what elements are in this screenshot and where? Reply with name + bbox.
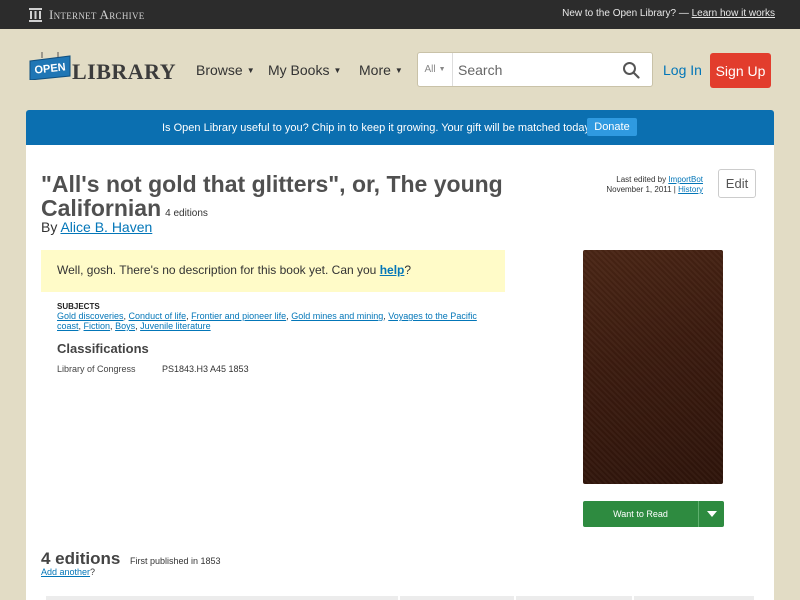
archive-building-icon (29, 8, 42, 22)
site-header: OPEN LIBRARY Browse ▼ My Books ▼ More ▼ … (0, 29, 800, 109)
donate-banner: Is Open Library useful to you? Chip in t… (26, 110, 774, 145)
nav-more-label: More (359, 62, 391, 78)
subject-link[interactable]: Conduct of life (129, 311, 187, 321)
book-title-text: "All's not gold that glitters", or, The … (41, 171, 503, 221)
title-editions-count: 4 editions (165, 208, 208, 219)
nav-my-books-label: My Books (268, 62, 330, 78)
subject-link[interactable]: Frontier and pioneer life (191, 311, 286, 321)
by-label: By (41, 219, 58, 235)
nav-browse-label: Browse (196, 62, 243, 78)
ia-new-text: New to the Open Library? — Learn how it … (562, 8, 775, 19)
search-icon[interactable] (622, 61, 640, 79)
book-title: "All's not gold that glitters", or, The … (41, 172, 541, 226)
caret-down-icon: ▼ (246, 65, 255, 75)
subject-link[interactable]: Fiction (84, 321, 111, 331)
internet-archive-label: Internet Archive (49, 6, 145, 22)
history-link[interactable]: History (678, 185, 703, 194)
subject-link[interactable]: Gold mines and mining (291, 311, 383, 321)
edit-button[interactable]: Edit (718, 169, 756, 198)
description-suffix: ? (404, 263, 412, 277)
classification-key: Library of Congress (57, 364, 136, 374)
subject-link[interactable]: Juvenile literature (140, 321, 211, 331)
search-scope-value: All (424, 64, 436, 75)
donate-button[interactable]: Donate (587, 118, 637, 136)
want-to-read-control: Want to Read (583, 501, 724, 527)
internet-archive-bar: Internet Archive New to the Open Library… (0, 0, 800, 29)
book-page: "All's not gold that glitters", or, The … (26, 145, 774, 600)
classification-value: PS1843.H3 A45 1853 (162, 364, 249, 374)
editions-table-header (46, 596, 754, 600)
want-to-read-button[interactable]: Want to Read (583, 501, 698, 527)
nav-browse[interactable]: Browse ▼ (196, 62, 255, 78)
table-header-cell (400, 596, 514, 600)
signup-button[interactable]: Sign Up (710, 53, 771, 88)
caret-down-icon: ▼ (333, 65, 342, 75)
caret-down-icon (707, 511, 717, 517)
byline: By Alice B. Haven (41, 219, 152, 235)
table-header-cell (634, 596, 754, 600)
subjects-list: Gold discoveries, Conduct of life, Front… (57, 311, 477, 331)
add-another-link[interactable]: Add another (41, 567, 90, 577)
open-library-logo[interactable]: OPEN LIBRARY (28, 49, 176, 91)
caret-down-icon: ▼ (438, 66, 446, 73)
book-cover[interactable] (583, 250, 723, 484)
table-header-cell (516, 596, 632, 600)
last-edited-user-link[interactable]: ImportBot (668, 175, 703, 184)
search-bar: All ▼ (417, 52, 653, 87)
nav-more[interactable]: More ▼ (359, 62, 403, 78)
add-another-suffix: ? (90, 567, 96, 577)
subject-link[interactable]: Boys (115, 321, 135, 331)
donate-banner-text: Is Open Library useful to you? Chip in t… (162, 122, 594, 134)
last-edited-label: Last edited by (616, 175, 667, 184)
last-edited-info: Last edited by ImportBot November 1, 201… (606, 175, 703, 195)
new-to-ol-text: New to the Open Library? — (562, 8, 689, 19)
internet-archive-logo[interactable]: Internet Archive (28, 6, 145, 23)
add-another: Add another? (41, 567, 95, 577)
first-published: First published in 1853 (130, 556, 221, 566)
learn-how-link[interactable]: Learn how it works (692, 8, 775, 19)
logo-library-text: LIBRARY (72, 59, 177, 84)
subject-link[interactable]: Gold discoveries (57, 311, 124, 321)
editions-heading: 4 editions (41, 549, 121, 568)
subjects-heading: SUBJECTS (57, 302, 100, 311)
classifications-heading: Classifications (57, 341, 149, 356)
reading-status-dropdown[interactable] (698, 501, 725, 527)
help-link[interactable]: help (380, 263, 405, 277)
search-scope-select[interactable]: All ▼ (418, 53, 453, 86)
nav-my-books[interactable]: My Books ▼ (268, 62, 341, 78)
open-sign-icon: OPEN (29, 52, 71, 80)
table-header-cell (46, 596, 398, 600)
cover-texture (583, 250, 723, 484)
description-text: Well, gosh. There's no description for t… (57, 263, 411, 277)
description-prefix: Well, gosh. There's no description for t… (57, 263, 377, 277)
description-box: Well, gosh. There's no description for t… (41, 250, 505, 292)
login-link[interactable]: Log In (663, 62, 702, 78)
search-input[interactable] (458, 61, 608, 79)
last-edited-date: November 1, 2011 | (606, 185, 676, 194)
author-link[interactable]: Alice B. Haven (60, 219, 152, 235)
caret-down-icon: ▼ (394, 65, 403, 75)
